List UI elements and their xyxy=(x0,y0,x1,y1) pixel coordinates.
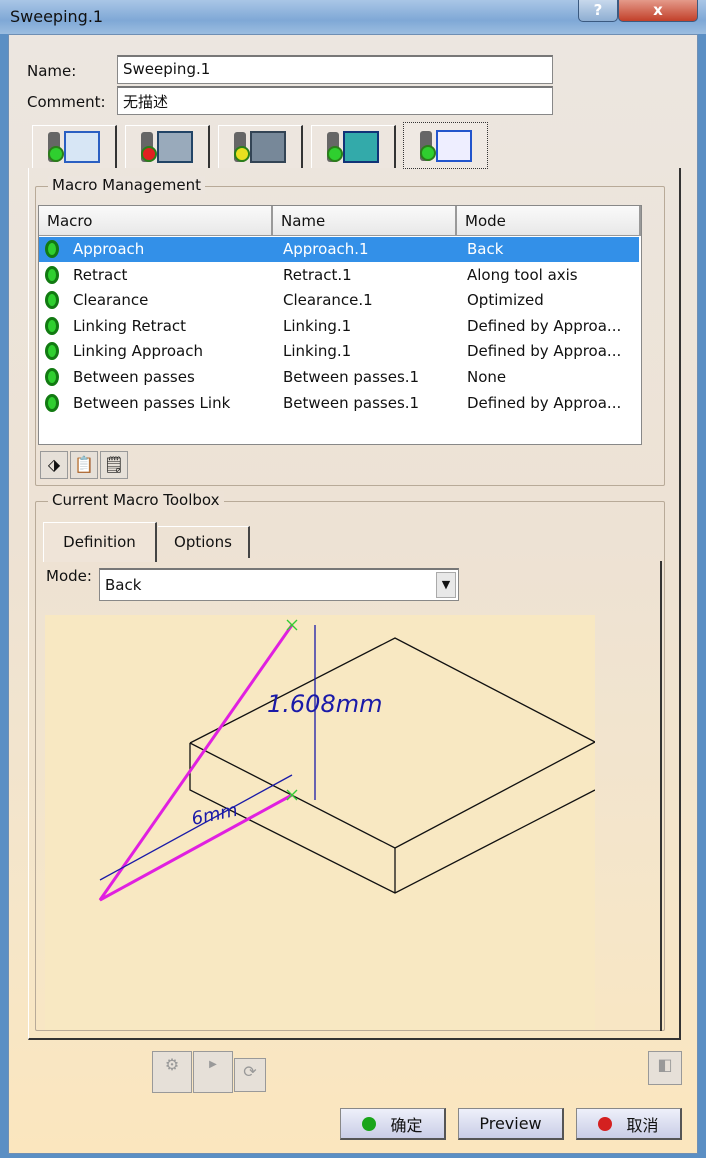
close-button[interactable]: x xyxy=(618,0,698,22)
help-button[interactable]: ? xyxy=(578,0,618,22)
mode-cell: None xyxy=(467,368,507,386)
column-header-mode[interactable]: Mode xyxy=(457,206,641,236)
table-row[interactable]: Linking Retract Linking.1 Defined by App… xyxy=(39,314,639,339)
macro-cell: Linking Approach xyxy=(73,342,203,361)
tool-tab-icon xyxy=(250,131,286,163)
name-cell: Between passes.1 xyxy=(283,368,420,386)
tab-tool[interactable] xyxy=(218,125,303,168)
mode-cell: Along tool axis xyxy=(467,265,578,284)
name-input[interactable]: Sweeping.1 xyxy=(117,55,553,84)
comment-label: Comment: xyxy=(27,93,106,111)
chevron-down-icon[interactable]: ▼ xyxy=(436,572,456,598)
window-title: Sweeping.1 xyxy=(10,7,104,26)
macro-cell: Clearance xyxy=(73,291,149,310)
table-row[interactable]: Linking Approach Linking.1 Defined by Ap… xyxy=(39,339,639,364)
mode-label: Mode: xyxy=(46,567,92,585)
table-row[interactable]: Between passes Link Between passes.1 Def… xyxy=(39,391,639,416)
name-cell: Clearance.1 xyxy=(283,291,373,310)
edit-icon[interactable]: ⬗ xyxy=(40,451,68,479)
mode-cell: Optimized xyxy=(467,291,544,310)
mode-value: Back xyxy=(105,576,142,594)
status-light-icon xyxy=(45,240,59,258)
comment-input[interactable]: 无描述 xyxy=(117,86,553,115)
diagram-background xyxy=(45,615,595,1030)
status-light-icon xyxy=(45,342,59,361)
macro-cell: Approach xyxy=(73,240,145,258)
mode-cell: Defined by Approa... xyxy=(467,342,622,361)
title-bar: Sweeping.1 ? x xyxy=(0,0,706,34)
status-light-icon xyxy=(45,291,59,310)
mode-select[interactable]: Back ▼ xyxy=(99,568,459,601)
paste-icon[interactable]: 📋 xyxy=(70,451,98,479)
name-cell: Retract.1 xyxy=(283,265,352,284)
macros-tab-icon xyxy=(435,129,472,162)
status-light-icon xyxy=(45,368,59,386)
table-row[interactable]: Clearance Clearance.1 Optimized xyxy=(39,288,639,313)
table-row[interactable]: Between passes Between passes.1 None xyxy=(39,365,639,390)
column-header-macro[interactable]: Macro xyxy=(39,206,273,236)
tool-motion-icon[interactable]: ⚙ xyxy=(152,1051,192,1093)
tab-definition[interactable]: Definition xyxy=(43,522,157,562)
macro-cell: Between passes Link xyxy=(73,393,231,412)
properties-icon[interactable]: 🗒 xyxy=(100,451,128,479)
name-cell: Approach.1 xyxy=(283,240,369,258)
tab-strategy[interactable] xyxy=(125,125,210,168)
name-cell: Linking.1 xyxy=(283,316,352,335)
simulate-icon[interactable]: ▶ xyxy=(193,1051,233,1093)
status-light-icon xyxy=(45,316,59,335)
ok-status-icon xyxy=(362,1116,377,1131)
tab-options[interactable]: Options xyxy=(158,526,250,558)
tab-feeds-speeds[interactable] xyxy=(311,125,396,168)
status-light-icon xyxy=(327,132,343,162)
status-light-icon xyxy=(45,393,59,412)
status-light-icon xyxy=(48,132,64,162)
replay-icon[interactable]: ⟳ xyxy=(234,1058,266,1092)
mode-cell: Defined by Approa... xyxy=(467,393,622,412)
strategy-tab-icon xyxy=(157,131,193,163)
ok-button[interactable]: 确定 xyxy=(340,1108,446,1140)
preview-button[interactable]: Preview xyxy=(458,1108,564,1140)
cancel-button[interactable]: 取消 xyxy=(576,1108,682,1140)
tab-geometry[interactable] xyxy=(32,125,117,168)
table-row[interactable]: Retract Retract.1 Along tool axis xyxy=(39,263,639,288)
cancel-status-icon xyxy=(598,1116,613,1131)
height-dimension-label: 1.608mm xyxy=(267,690,382,718)
tab-macros[interactable] xyxy=(403,122,488,169)
name-cell: Linking.1 xyxy=(283,342,352,361)
macro-list[interactable]: Macro Name Mode Approach Approach.1 Back… xyxy=(38,205,642,445)
column-header-name[interactable]: Name xyxy=(273,206,457,236)
name-label: Name: xyxy=(27,62,77,80)
ok-label: 确定 xyxy=(390,1115,423,1135)
status-light-icon xyxy=(141,132,157,162)
macro-diagram: 1.608mm 6mm xyxy=(45,615,595,1030)
macro-management-title: Macro Management xyxy=(48,176,205,194)
geometry-tab-icon xyxy=(64,131,100,163)
macro-cell: Retract xyxy=(73,265,128,284)
name-cell: Between passes.1 xyxy=(283,393,420,412)
collapse-panel-icon[interactable]: ◧ xyxy=(648,1051,682,1085)
table-row[interactable]: Approach Approach.1 Back xyxy=(39,237,639,262)
mode-cell: Back xyxy=(467,240,504,258)
mode-cell: Defined by Approa... xyxy=(467,316,622,335)
macro-cell: Between passes xyxy=(73,368,195,386)
toolbox-title: Current Macro Toolbox xyxy=(48,491,224,509)
status-light-icon xyxy=(45,265,59,284)
status-light-icon xyxy=(419,130,436,161)
cancel-label: 取消 xyxy=(626,1115,659,1135)
status-light-icon xyxy=(234,132,250,162)
macro-cell: Linking Retract xyxy=(73,316,187,335)
feeds-speeds-tab-icon xyxy=(343,131,379,163)
